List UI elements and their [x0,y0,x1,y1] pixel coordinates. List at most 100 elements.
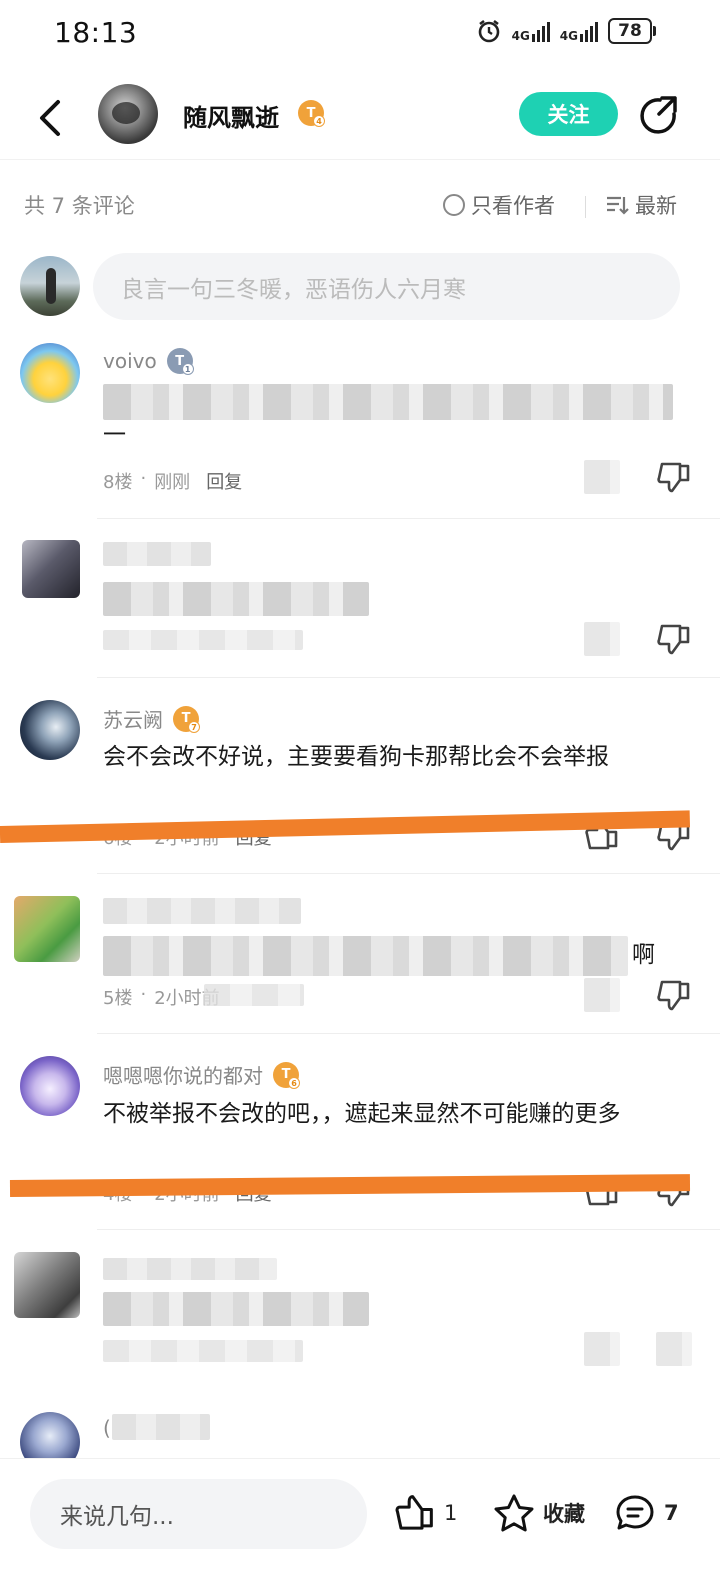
comment-text: 会不会改不好说，主要要看狗卡那帮比会不会举报 [103,744,609,770]
network-type-label: 4G [511,29,530,43]
comment-time: 刚刚 [154,472,191,493]
battery-indicator: 78 [608,18,656,44]
level-badge-number: 1 [181,363,194,375]
comments-toolbar: 共 7 条评论 只看作者 最新 [0,180,720,230]
level-badge: T7 [173,705,200,733]
network-indicator-2: 4G [560,20,598,42]
blurred-comment-text [103,582,369,616]
comment-count-bottom: 7 [664,1501,679,1525]
reply-input[interactable]: 来说几句... [30,1479,367,1549]
share-icon[interactable] [638,94,680,136]
comment-bubble-icon [616,1495,654,1530]
blurred-meta [103,630,303,650]
blurred-name [103,898,301,924]
comments-button[interactable]: 7 [614,1493,679,1533]
comment-item [0,520,720,678]
status-bar: 18:13 4G 4G 78 [0,0,720,70]
level-badge: T1 [166,348,194,375]
commenter-avatar[interactable] [20,1056,80,1116]
comment-item: 苏云阙 T7 会不会改不好说，主要要看狗卡那帮比会不会举报 6楼· 2小时前 回… [0,678,720,874]
commenter-name[interactable]: 嗯嗯嗯你说的都对 [103,1060,263,1089]
author-only-toggle[interactable]: 只看作者 [443,190,555,220]
thumb-down-icon[interactable] [656,622,692,656]
level-badge-number: 6 [288,1076,300,1089]
comment-actions [584,622,692,656]
comment-text-tail: 一 [103,422,126,448]
blurred-name [112,1414,210,1440]
level-badge-number: 4 [313,115,325,127]
blurred-comment-text [103,1292,369,1326]
current-user-avatar [20,256,80,316]
sort-toggle[interactable]: 最新 [605,190,677,220]
network-indicator-1: 4G [512,20,550,42]
comment-item: ( [0,1400,720,1458]
author-avatar[interactable] [98,84,158,144]
blurred-avatar [14,896,80,962]
comment-floor: 5楼 [103,988,133,1009]
radio-icon [443,194,465,216]
level-badge-number: 7 [188,720,200,733]
comment-divider [97,518,720,519]
meta-dot: · [140,984,147,1005]
blurred-avatar [22,540,80,598]
blurred-name [103,542,211,566]
comment-count: 共 7 条评论 [24,194,135,218]
bottom-action-bar: 来说几句... 1 收藏 7 [0,1458,720,1593]
commenter-name-row: ( [103,1416,111,1440]
status-time: 18:13 [54,16,138,49]
commenter-name[interactable]: voivo [103,349,157,373]
comment-item: 嗯嗯嗯你说的都对 T6 不被举报不会改的吧，，遮起来显然不可能赚的更多 4楼· … [0,1034,720,1230]
commenter-name-row: 苏云阙 T7 [103,704,200,733]
commenter-name[interactable]: ( [103,1416,111,1440]
sort-icon [607,196,629,215]
blurred-comment-text [103,936,628,976]
blurred-meta [103,1340,303,1362]
comment-actions [584,978,692,1012]
toolbar-divider [585,196,586,218]
like-button[interactable]: 1 [394,1493,457,1533]
comment-actions [584,460,692,494]
thumb-down-icon[interactable] [656,978,692,1012]
commenter-avatar[interactable] [20,1412,80,1458]
reply-link[interactable]: 回复 [206,468,242,494]
follow-button[interactable]: 关注 [519,92,618,136]
battery-tip [653,26,656,36]
blurred-name [103,1258,277,1280]
comment-item: voivo T1 一 8楼 · 刚刚 回复 [0,340,720,520]
comment-meta: 8楼 · 刚刚 回复 [103,468,242,494]
level-badge: T4 [298,100,325,127]
sort-label: 最新 [635,194,677,218]
signal-icon [531,20,550,42]
blurred-dislike-button[interactable] [656,1332,692,1366]
star-icon [494,1494,534,1532]
network-type-label: 4G [559,29,578,43]
level-badge: T6 [273,1061,300,1089]
thumb-down-icon[interactable] [656,460,692,494]
blurred-comment-text [103,384,673,420]
commenter-name[interactable]: 苏云阙 [103,704,163,733]
commenter-avatar[interactable] [20,700,80,760]
battery-level: 78 [608,18,652,44]
comment-text: 不被举报不会改的吧，，遮起来显然不可能赚的更多 [103,1101,621,1127]
favorite-button[interactable]: 收藏 [493,1493,585,1533]
author-only-label: 只看作者 [471,194,555,218]
comment-meta: 5楼 · 2小时前 [103,984,220,1010]
author-name[interactable]: 随风飘逝 [183,98,279,133]
signal-icon [580,20,598,42]
comment-floor: 8楼 [103,472,133,493]
blurred-avatar [14,1252,80,1318]
comment-item [0,1230,720,1400]
blurred-like-button[interactable] [584,622,620,656]
commenter-name-row: voivo T1 [103,348,194,375]
comment-input[interactable]: 良言一句三冬暖，恶语伤人六月寒 [93,253,680,320]
favorite-label: 收藏 [543,1502,585,1526]
blurred-like-button[interactable] [584,978,620,1012]
commenter-name-row: 嗯嗯嗯你说的都对 T6 [103,1060,300,1089]
blurred-like-button[interactable] [584,460,620,494]
commenter-avatar[interactable] [20,343,80,403]
thumb-up-icon [395,1495,433,1530]
blurred-like-button[interactable] [584,1332,620,1366]
post-header: 随风飘逝 T4 关注 [0,78,720,160]
back-arrow-icon[interactable] [32,96,72,140]
like-count: 1 [444,1501,458,1525]
